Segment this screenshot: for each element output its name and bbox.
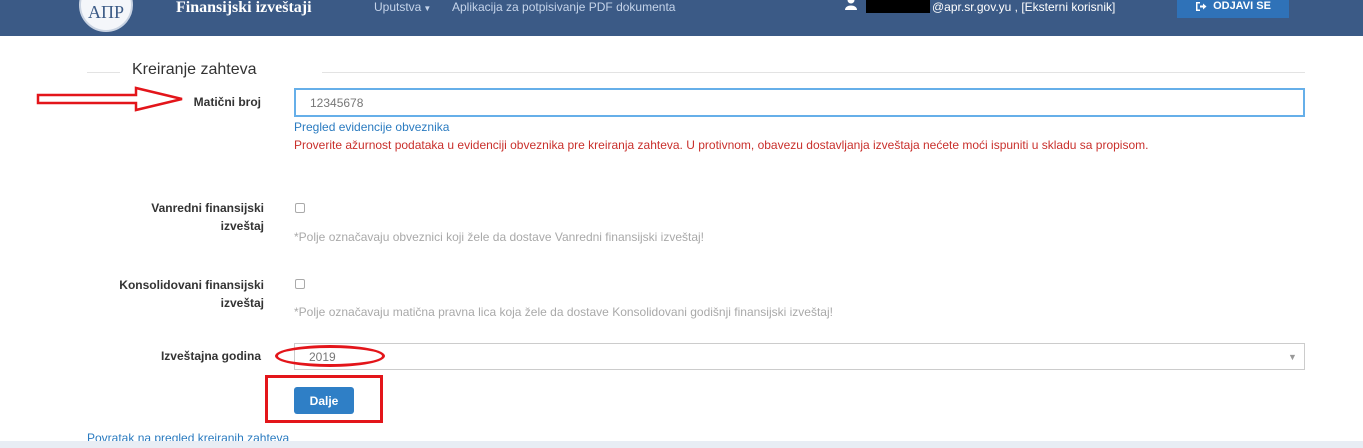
form-legend: Kreiranje zahteva <box>132 61 257 78</box>
registry-link[interactable]: Pregled evidencije obveznika <box>294 120 449 134</box>
redacted-username <box>866 0 930 13</box>
brand-title[interactable]: Finansijski izveštaji <box>176 0 312 16</box>
svg-text:АПР: АПР <box>88 2 124 22</box>
godina-select[interactable]: 2019 <box>294 343 1305 370</box>
konsolidovani-label-line2: izveštaj <box>220 296 264 310</box>
top-navbar: АПР Finansijski izveštaji Uputstva ▼ Apli… <box>0 0 1363 36</box>
annotation-arrow <box>36 86 183 112</box>
vanredni-label: Vanredni finansijski izveštaj <box>60 199 264 235</box>
footer-bar <box>0 441 1363 448</box>
caret-down-icon: ▼ <box>423 4 432 13</box>
select-arrow-icon: ▼ <box>1288 352 1297 362</box>
konsolidovani-hint: *Polje označavaju matična pravna lica ko… <box>294 305 833 319</box>
annotation-rectangle <box>265 375 383 423</box>
konsolidovani-label-line1: Konsolidovani finansijski <box>119 278 264 292</box>
vanredni-checkbox[interactable] <box>295 203 305 213</box>
vanredni-label-line2: izveštaj <box>220 219 264 233</box>
maticni-broj-input[interactable]: 12345678 <box>294 88 1305 117</box>
user-account-label[interactable]: @apr.sr.gov.yu , [Eksterni korisnik] <box>932 0 1115 14</box>
logout-button[interactable]: ODJAVI SE <box>1177 0 1289 18</box>
godina-label: Izveštajna godina <box>160 349 261 363</box>
logout-label: ODJAVI SE <box>1213 0 1271 12</box>
konsolidovani-checkbox[interactable] <box>295 279 305 289</box>
konsolidovani-label: Konsolidovani finansijski izveštaj <box>60 276 264 312</box>
annotation-oval <box>275 345 385 367</box>
vanredni-label-line1: Vanredni finansijski <box>151 201 264 215</box>
legend-divider-right <box>322 72 1305 73</box>
nav-pdf-signing-app[interactable]: Aplikacija za potpisivanje PDF dokumenta <box>452 0 675 14</box>
registry-warning: Proverite ažurnost podataka u evidenciji… <box>294 138 1149 152</box>
user-icon <box>845 0 857 10</box>
nav-uputstva-dropdown[interactable]: Uputstva ▼ <box>374 0 431 16</box>
legend-divider-left <box>87 72 120 73</box>
vanredni-hint: *Polje označavaju obveznici koji žele da… <box>294 230 705 244</box>
logo-mark: АПР <box>88 2 124 22</box>
apr-logo[interactable]: АПР <box>79 0 133 32</box>
sign-out-icon <box>1196 1 1207 11</box>
nav-uputstva-label: Uputstva <box>374 0 422 14</box>
